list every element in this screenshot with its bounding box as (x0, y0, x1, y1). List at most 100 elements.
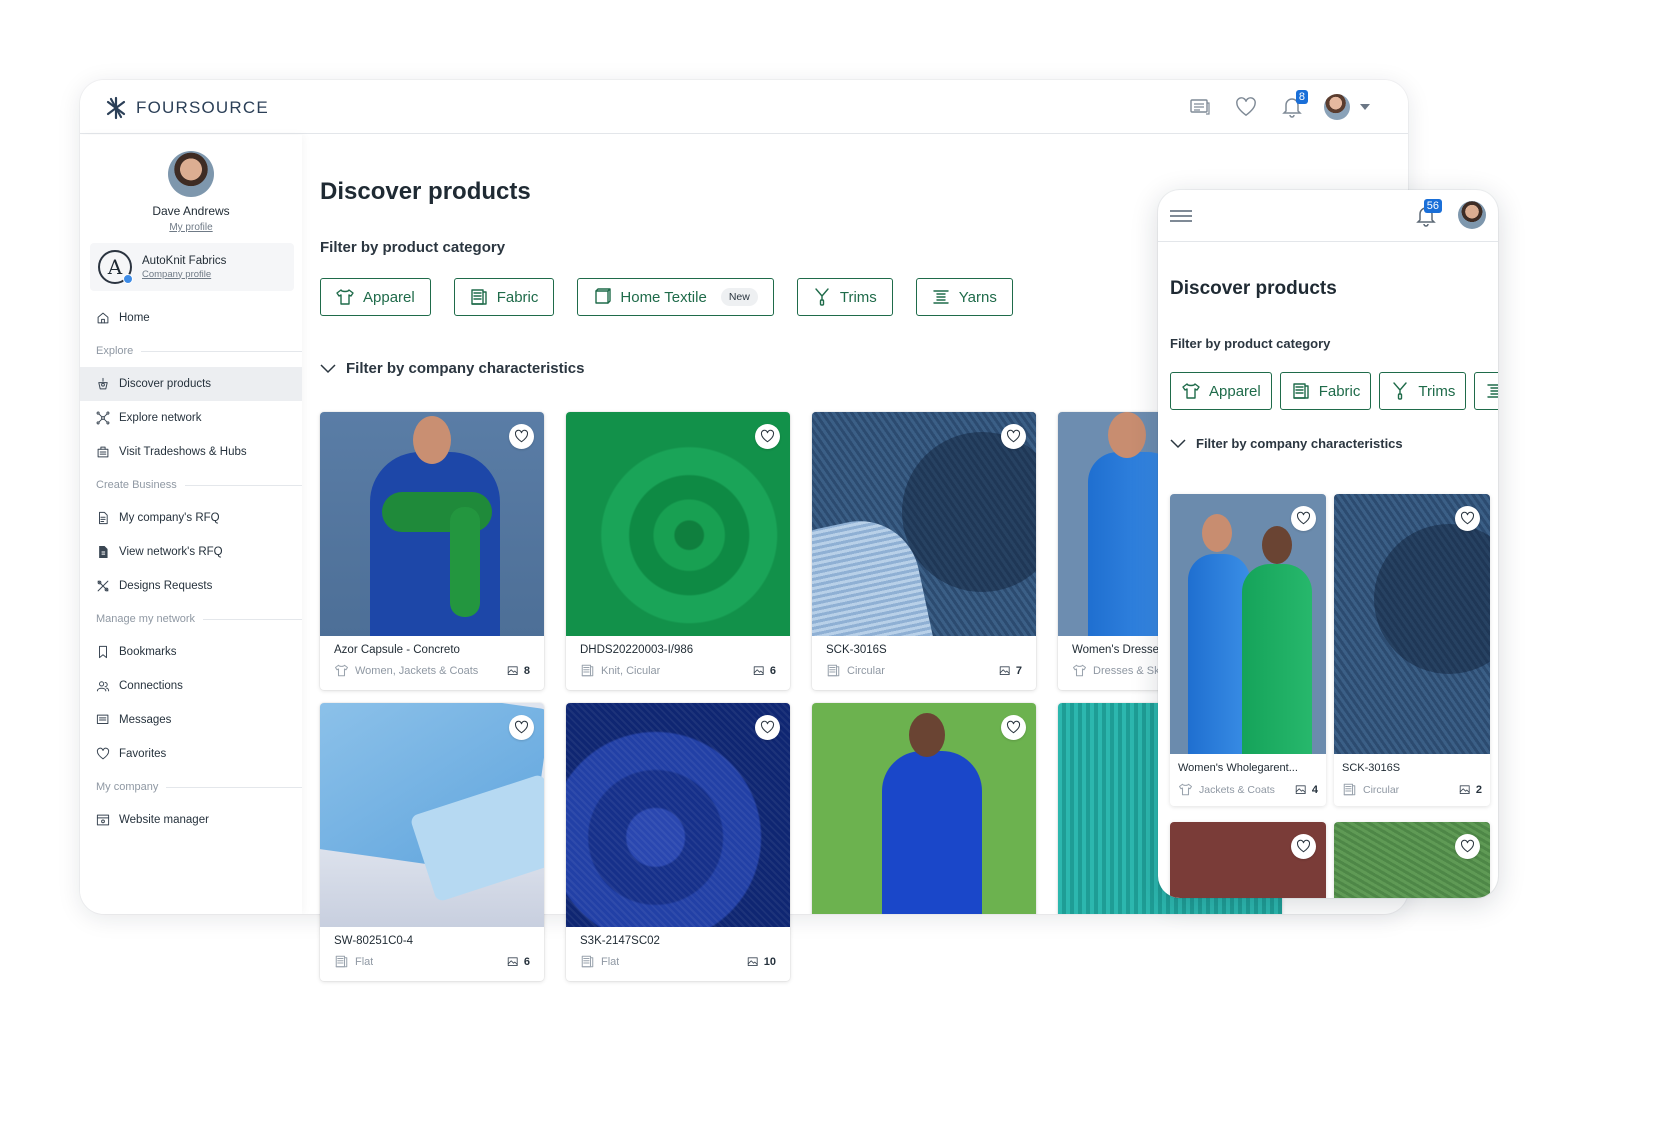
sidebar-item-label: Favorites (119, 748, 167, 760)
sidebar-item-label: Messages (119, 714, 172, 726)
company-profile-link[interactable]: Company profile (142, 269, 226, 280)
sidebar-item-label: Home (119, 312, 150, 324)
my-profile-link[interactable]: My profile (80, 222, 302, 233)
filter-company-label: Filter by company characteristics (1196, 436, 1403, 451)
product-card[interactable]: Women's Wholegarent... Jackets & Coats 4 (1170, 494, 1326, 806)
sidebar-item-visit-tradeshows-hubs[interactable]: Visit Tradeshows & Hubs (80, 435, 302, 469)
product-card[interactable]: SCK-3016S Circular 7 (812, 412, 1036, 690)
product-subtitle-text: Jackets & Coats (1199, 783, 1275, 796)
product-subtitle-text: Circular (1363, 783, 1400, 796)
heart-icon (1460, 839, 1475, 854)
sidebar-item-favorites[interactable]: Favorites (80, 737, 302, 771)
favorite-button[interactable] (1291, 506, 1316, 531)
messages-button[interactable] (1186, 93, 1214, 121)
product-subtitle: Circular (1342, 782, 1399, 797)
product-card[interactable] (812, 703, 1036, 914)
logo[interactable]: FOURSOURCE (104, 96, 269, 120)
category-trims-button[interactable]: Trims (796, 278, 893, 316)
product-subtitle: Dresses & Sk (1072, 663, 1160, 678)
category-apparel-button[interactable]: Apparel (320, 278, 431, 316)
favorite-button[interactable] (509, 424, 534, 449)
filter-company-toggle[interactable]: Filter by company characteristics (320, 360, 584, 377)
category-trims-button[interactable]: Trims (1379, 372, 1467, 410)
avatar[interactable] (168, 151, 214, 197)
company-block[interactable]: A AutoKnit Fabrics Company profile (90, 243, 294, 291)
category-apparel-button[interactable]: Apparel (1170, 372, 1272, 410)
image-count-value: 10 (763, 955, 776, 968)
sidebar-item-designs-requests[interactable]: Designs Requests (80, 569, 302, 603)
zipper-icon (1390, 381, 1410, 401)
favorite-button[interactable] (1455, 506, 1480, 531)
favorite-button[interactable] (755, 424, 780, 449)
category-home-textile-button[interactable]: Home Textile New (577, 278, 774, 316)
notifications-button[interactable]: 56 (1412, 199, 1442, 230)
sidebar-item-label: Visit Tradeshows & Hubs (119, 446, 247, 458)
product-title: SCK-3016S (826, 644, 887, 656)
product-card[interactable]: Azor Capsule - Concreto Women, Jackets &… (320, 412, 544, 690)
sidebar-item-messages[interactable]: Messages (80, 703, 302, 737)
sidebar-item-discover-products[interactable]: Discover products (80, 367, 302, 401)
fabric-icon (826, 663, 841, 678)
image-count: 7 (999, 665, 1022, 677)
logo-mark-icon (106, 96, 126, 120)
product-title: SW-80251C0-4 (334, 935, 414, 947)
notification-badge: 56 (1423, 199, 1442, 213)
category-fabric-button[interactable]: Fabric (453, 278, 555, 316)
sidebar-item-connections[interactable]: Connections (80, 669, 302, 703)
product-subtitle: Knit, Cicular (580, 663, 660, 678)
favorite-button[interactable] (1001, 715, 1026, 740)
avatar[interactable] (1324, 94, 1350, 120)
bookmark-icon (96, 645, 110, 659)
chevron-down-icon (1170, 438, 1186, 448)
filter-company-toggle[interactable]: Filter by company characteristics (1170, 436, 1403, 451)
sidebar-item-view-network-s-rfq[interactable]: View network's RFQ (80, 535, 302, 569)
favorites-button[interactable] (1232, 93, 1260, 121)
sidebar-item-label: Website manager (119, 814, 209, 826)
sidebar-item-home[interactable]: Home (80, 301, 302, 335)
sidebar-item-bookmarks[interactable]: Bookmarks (80, 635, 302, 669)
product-card[interactable]: SCK-3016S Circular 2 (1334, 494, 1490, 806)
design-icon (96, 579, 110, 593)
chevron-down-icon[interactable] (1360, 104, 1370, 110)
sidebar-item-website-manager[interactable]: Website manager (80, 803, 302, 837)
avatar[interactable] (1458, 201, 1486, 229)
notifications-button[interactable]: 8 (1278, 90, 1308, 121)
image-icon (1295, 784, 1307, 796)
category-yarns-button[interactable]: Yarns (915, 278, 1013, 316)
category-yarns-button[interactable] (1474, 372, 1498, 410)
sidebar-item-my-company-s-rfq[interactable]: My company's RFQ (80, 501, 302, 535)
image-icon (1459, 784, 1471, 796)
heart-icon (1006, 720, 1021, 735)
nav-section-label: Create Business (80, 469, 302, 501)
product-card[interactable]: DHDS20220003-I/986 Knit, Cicular 6 (566, 412, 790, 690)
favorite-button[interactable] (509, 715, 534, 740)
fabric-icon (1342, 782, 1357, 797)
tradeshow-icon (96, 445, 110, 459)
category-fabric-button[interactable]: Fabric (1279, 372, 1372, 410)
shirt-icon (1181, 381, 1201, 401)
product-card[interactable] (1334, 822, 1490, 898)
product-card[interactable]: SW-80251C0-4 Flat 6 (320, 703, 544, 981)
favorite-button[interactable] (755, 715, 780, 740)
fabric-icon (469, 287, 489, 307)
page-title: Discover products (320, 178, 531, 205)
sidebar-item-explore-network[interactable]: Explore network (80, 401, 302, 435)
nav-section-label: Manage my network (80, 603, 302, 635)
sidebar-item-label: Explore network (119, 412, 202, 424)
favorite-button[interactable] (1291, 834, 1316, 859)
image-icon (999, 665, 1011, 677)
category-label: Fabric (496, 288, 539, 306)
menu-icon[interactable] (1170, 210, 1192, 225)
sidebar-item-label: Connections (119, 680, 183, 692)
shirt-icon (1178, 782, 1193, 797)
category-label: Yarns (958, 288, 997, 306)
filter-category-heading: Filter by product category (320, 239, 506, 256)
product-card[interactable] (1170, 822, 1326, 898)
heart-icon (1296, 839, 1311, 854)
favorite-button[interactable] (1001, 424, 1026, 449)
favorite-button[interactable] (1455, 834, 1480, 859)
nav-section-text: My company (96, 781, 159, 793)
product-title: SCK-3016S (1342, 762, 1401, 774)
product-card[interactable]: S3K-2147SC02 Flat 10 (566, 703, 790, 981)
sidebar: Dave Andrews My profile A AutoKnit Fabri… (80, 135, 302, 914)
